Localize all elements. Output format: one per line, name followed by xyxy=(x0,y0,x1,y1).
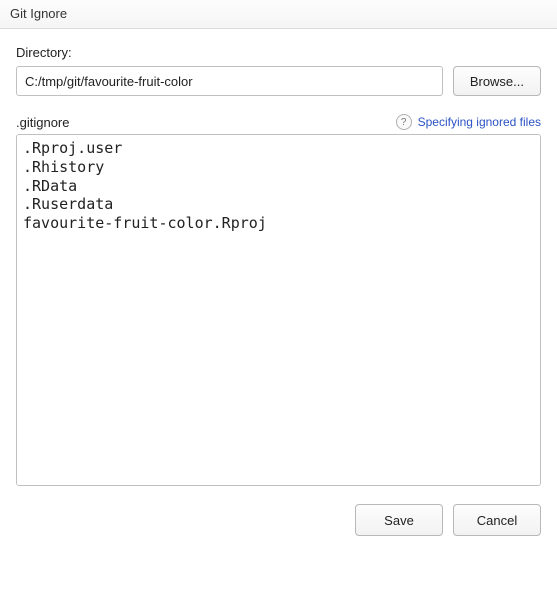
help-icon[interactable]: ? xyxy=(396,114,412,130)
cancel-button[interactable]: Cancel xyxy=(453,504,541,536)
gitignore-textarea-wrap xyxy=(16,134,541,486)
help-link-group: ? Specifying ignored files xyxy=(396,114,541,130)
directory-row: Browse... xyxy=(16,66,541,96)
window-titlebar: Git Ignore xyxy=(0,0,557,29)
gitignore-header: .gitignore ? Specifying ignored files xyxy=(16,114,541,130)
gitignore-textarea[interactable] xyxy=(17,135,540,485)
directory-input[interactable] xyxy=(16,66,443,96)
dialog-content: Directory: Browse... .gitignore ? Specif… xyxy=(0,29,557,486)
dialog-footer: Save Cancel xyxy=(0,486,557,552)
save-button[interactable]: Save xyxy=(355,504,443,536)
specifying-ignored-files-link[interactable]: Specifying ignored files xyxy=(418,115,541,129)
browse-button[interactable]: Browse... xyxy=(453,66,541,96)
directory-label: Directory: xyxy=(16,45,541,60)
window-title: Git Ignore xyxy=(10,6,67,21)
gitignore-label: .gitignore xyxy=(16,115,69,130)
